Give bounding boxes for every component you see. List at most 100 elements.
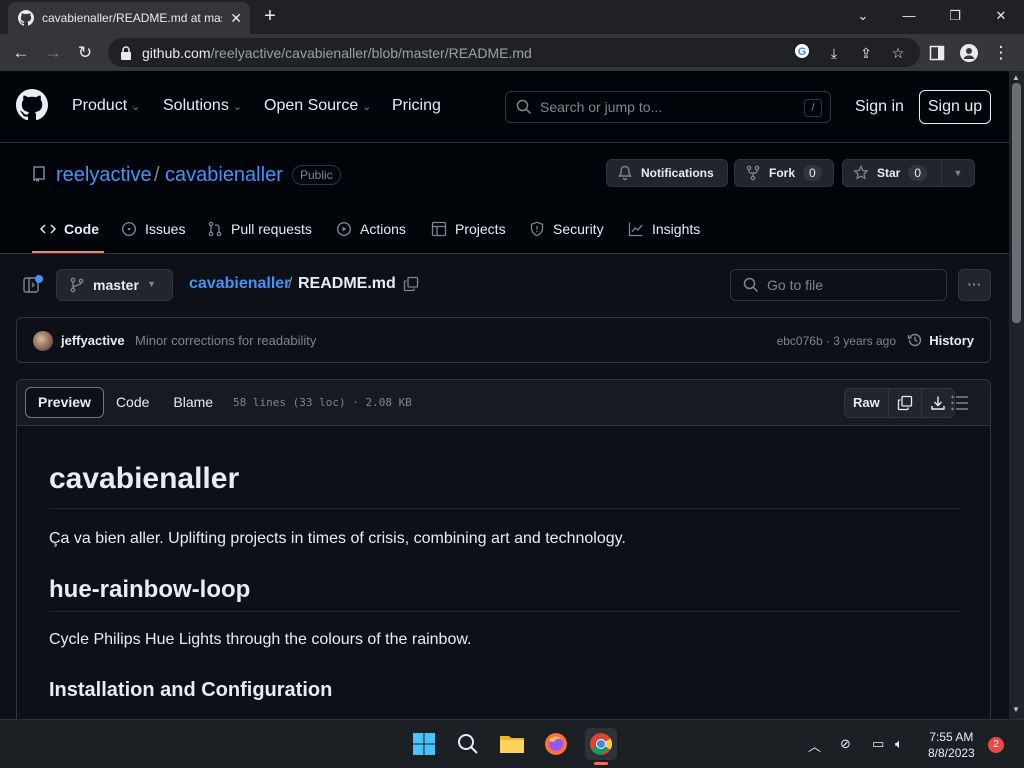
view-mode-switch: Preview Code Blame: [25, 387, 225, 418]
network-off-icon[interactable]: ⊘: [840, 736, 851, 752]
tab-insights[interactable]: Insights: [628, 221, 700, 237]
restore-icon[interactable]: ❐: [940, 4, 970, 28]
scroll-up-arrow-icon[interactable]: ▲: [1012, 73, 1020, 82]
code-view-tab[interactable]: Code: [104, 387, 161, 418]
breadcrumb-repo-link[interactable]: cavabienaller: [189, 275, 290, 293]
file-explorer-icon[interactable]: [496, 728, 528, 760]
repo-name-link[interactable]: cavabienaller: [165, 164, 283, 187]
fork-button[interactable]: Fork 0: [734, 159, 834, 187]
sign-in-link[interactable]: Sign in: [855, 98, 904, 116]
browser-tab-strip: cavabienaller/README.md at master ✕ + ⌄ …: [0, 0, 1024, 34]
search-icon: [743, 277, 759, 293]
firefox-icon[interactable]: [540, 728, 572, 760]
chrome-icon[interactable]: [585, 728, 617, 760]
branch-select-button[interactable]: master ▼: [56, 269, 173, 301]
raw-button[interactable]: Raw: [845, 389, 889, 417]
new-tab-icon[interactable]: +: [258, 4, 282, 28]
copy-raw-button[interactable]: [889, 389, 922, 417]
chevron-down-icon: ⌄: [131, 101, 141, 113]
back-icon[interactable]: ←: [8, 40, 34, 66]
star-dropdown-button[interactable]: ▼: [941, 159, 975, 187]
blame-tab[interactable]: Blame: [161, 387, 225, 418]
share-icon[interactable]: ⇪: [856, 43, 876, 63]
display-icon[interactable]: ▭: [872, 736, 884, 752]
commit-message-link[interactable]: Minor corrections for readability: [135, 333, 316, 348]
browser-tab-title: cavabienaller/README.md at master: [42, 11, 222, 25]
repo-owner-link[interactable]: reelyactive: [56, 164, 152, 187]
scroll-thumb[interactable]: [1012, 83, 1021, 323]
search-icon: [516, 99, 532, 115]
address-bar[interactable]: github.com/reelyactive/cavabienaller/blo…: [108, 38, 920, 67]
search-input[interactable]: Search or jump to... /: [505, 91, 831, 123]
heading-divider: [49, 611, 960, 612]
tab-pull-requests[interactable]: Pull requests: [207, 221, 312, 237]
commit-author-link[interactable]: jeffyactive: [61, 333, 125, 348]
nav-pricing[interactable]: Pricing: [392, 97, 441, 115]
github-header: Product ⌄ Solutions ⌄ Open Source ⌄ Pricing…: [0, 71, 1009, 143]
readme-title: cavabienaller: [49, 462, 240, 495]
avatar[interactable]: [33, 331, 53, 351]
volume-icon[interactable]: 🔈︎: [895, 736, 903, 752]
chevron-down-icon: ⌄: [362, 101, 372, 113]
show-hidden-icons-icon[interactable]: ︿: [808, 736, 821, 755]
windows-start-icon[interactable]: [408, 728, 440, 760]
file-header: Preview Code Blame 58 lines (33 loc) · 2…: [17, 380, 990, 426]
close-window-icon[interactable]: ✕: [986, 4, 1016, 28]
branch-icon: [70, 277, 84, 293]
search-placeholder: Search or jump to...: [540, 99, 663, 115]
nav-solutions[interactable]: Solutions ⌄: [163, 97, 242, 115]
preview-tab[interactable]: Preview: [25, 387, 104, 418]
install-app-icon[interactable]: ⤓: [824, 43, 844, 63]
google-lens-icon[interactable]: G: [792, 43, 812, 63]
star-button[interactable]: Star 0: [842, 159, 942, 187]
page-scrollbar[interactable]: ▲ ▼: [1009, 71, 1024, 719]
heading-divider: [49, 508, 960, 509]
browser-toolbar: ← → ↻ github.com/reelyactive/cavabienall…: [0, 34, 1024, 71]
copy-path-icon[interactable]: [403, 276, 419, 292]
taskbar-search-icon[interactable]: [452, 728, 484, 760]
go-to-file-input[interactable]: Go to file: [730, 269, 947, 301]
profile-icon[interactable]: [956, 40, 982, 66]
shield-icon: [530, 221, 544, 237]
scroll-down-arrow-icon[interactable]: ▼: [1012, 705, 1020, 714]
minimize-icon[interactable]: —: [894, 4, 924, 28]
notifications-button[interactable]: Notifications: [606, 159, 728, 187]
browser-tab[interactable]: cavabienaller/README.md at master ✕: [8, 2, 250, 34]
sidebar-indicator-dot: [35, 275, 43, 283]
browser-menu-icon[interactable]: ⋮: [988, 40, 1014, 66]
tab-projects[interactable]: Projects: [431, 221, 506, 237]
more-options-button[interactable]: ···: [958, 269, 991, 301]
tab-actions[interactable]: Actions: [336, 221, 406, 237]
outline-list-icon[interactable]: [950, 394, 970, 412]
nav-product[interactable]: Product ⌄: [72, 97, 140, 115]
readme-paragraph: Ça va bien aller. Uplifting projects in …: [49, 530, 626, 547]
active-tab-indicator: [32, 251, 104, 253]
nav-open-source[interactable]: Open Source ⌄: [264, 97, 372, 115]
repo-icon: [33, 166, 45, 182]
history-icon: [908, 333, 922, 347]
tab-search-icon[interactable]: ⌄: [848, 4, 878, 28]
reload-icon[interactable]: ↻: [72, 40, 98, 66]
tab-security[interactable]: Security: [529, 221, 604, 237]
tab-code[interactable]: Code: [40, 221, 99, 237]
notification-badge[interactable]: 2: [988, 737, 1004, 753]
search-shortcut-key: /: [804, 99, 822, 117]
commit-hash-and-time[interactable]: ebc076b · 3 years ago: [777, 334, 896, 348]
caret-down-icon: ▼: [953, 168, 963, 178]
sign-up-button[interactable]: Sign up: [919, 90, 991, 124]
history-button[interactable]: History: [907, 332, 974, 348]
repo-header: reelyactive / cavabienaller Public Notif…: [0, 143, 1009, 254]
pull-request-icon: [208, 221, 222, 237]
taskbar-clock[interactable]: 7:55 AM 8/8/2023: [928, 729, 975, 761]
fork-icon: [746, 165, 760, 181]
forward-icon[interactable]: →: [40, 40, 66, 66]
file-size-info: 58 lines (33 loc) · 2.08 KB: [233, 396, 412, 409]
side-panel-icon[interactable]: [924, 40, 950, 66]
close-tab-icon[interactable]: ✕: [230, 10, 242, 27]
bookmark-star-icon[interactable]: ☆: [888, 43, 908, 63]
star-icon: [853, 165, 869, 180]
download-button[interactable]: [922, 389, 954, 417]
github-logo-icon[interactable]: [16, 89, 48, 121]
issue-icon: [121, 221, 137, 237]
tab-issues[interactable]: Issues: [121, 221, 185, 237]
